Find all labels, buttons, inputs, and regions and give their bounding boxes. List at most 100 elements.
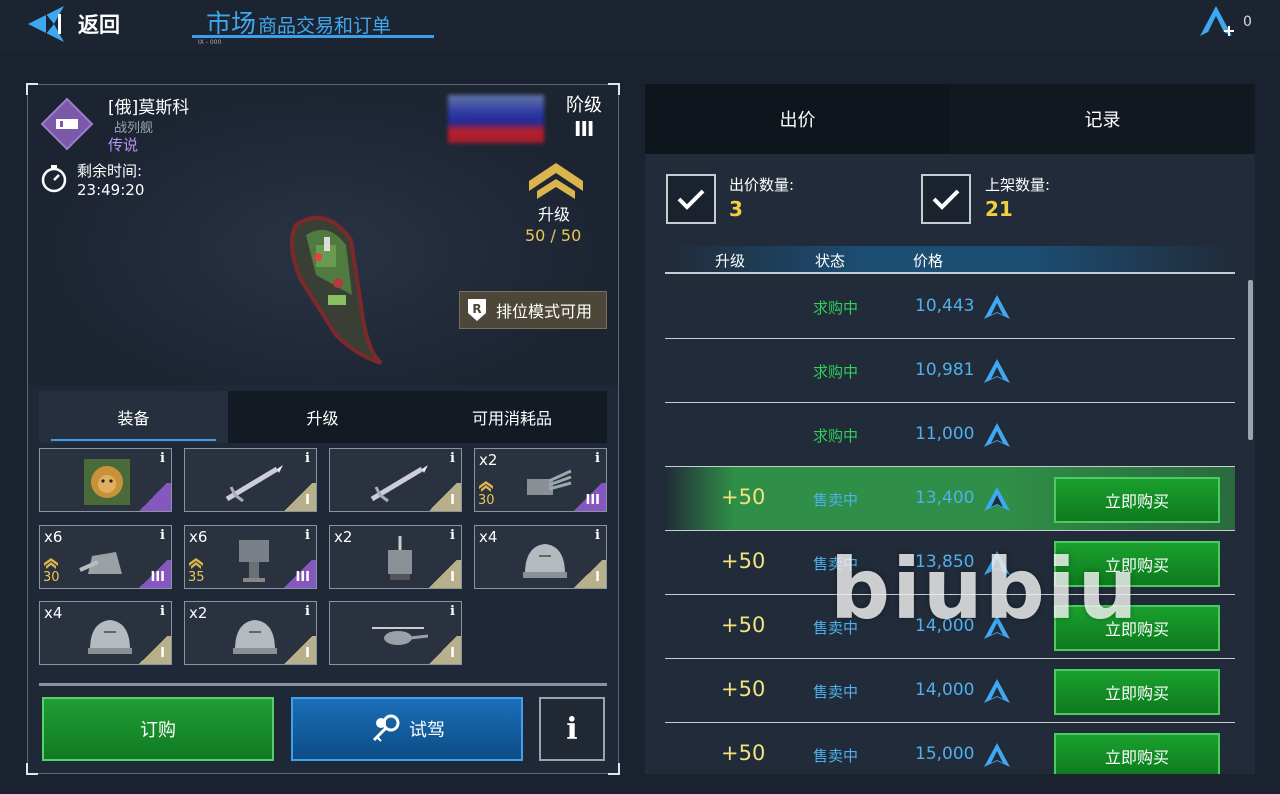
dome-turret-icon — [88, 620, 132, 654]
upgrade-label: 升级 — [538, 205, 571, 224]
missile-icon — [370, 465, 428, 503]
upgrade-chevron-icon — [189, 558, 203, 569]
equipment-level: 30 — [478, 493, 495, 508]
equipment-info-icon[interactable]: i — [450, 528, 455, 543]
tier-label: 阶级 — [566, 95, 602, 116]
row-status: 求购中 — [813, 299, 859, 317]
equipment-slot[interactable]: x4 i I — [39, 601, 172, 665]
tab-upgrade[interactable]: 升级 — [228, 391, 417, 443]
equipment-level: 30 — [43, 570, 60, 585]
tab-bid[interactable]: 出价 — [645, 84, 950, 154]
tab-equipment[interactable]: 装备 — [39, 391, 228, 443]
row-status: 售卖中 — [813, 747, 859, 765]
equipment-slot[interactable]: x6 i 30 III — [39, 525, 172, 589]
equipment-tier: I — [280, 483, 316, 511]
equipment-count: x4 — [44, 604, 63, 622]
ranked-mode-badge: R 排位模式可用 — [459, 291, 607, 329]
equipment-tier: III — [570, 483, 606, 511]
ciws-icon — [239, 540, 269, 582]
ranked-shield-icon: R — [468, 299, 486, 321]
missile-icon — [225, 465, 283, 503]
panel-corner — [26, 763, 38, 775]
equipment-level: 35 — [188, 570, 205, 585]
info-button[interactable]: i — [539, 697, 605, 761]
col-status: 状态 — [815, 252, 846, 270]
equipment-info-icon[interactable]: i — [595, 451, 600, 466]
market-scrollbar[interactable] — [1248, 280, 1253, 440]
currency-icon — [984, 295, 1010, 319]
market-row: +50 售卖中 14,000 立即购买 — [665, 659, 1235, 723]
gun-turret-icon — [79, 552, 122, 574]
equipment-tier: III — [280, 560, 316, 588]
listing-count-value: 21 — [985, 197, 1013, 221]
equipment-slot[interactable]: iI — [329, 601, 462, 665]
bid-count-value: 3 — [729, 197, 743, 221]
equipment-slot[interactable]: x2 i I — [329, 525, 462, 589]
row-status: 求购中 — [813, 363, 859, 381]
bid-count-checkbox[interactable] — [666, 174, 716, 224]
currency-icon — [984, 423, 1010, 447]
listing-count-checkbox[interactable] — [921, 174, 971, 224]
order-button[interactable]: 订购 — [42, 697, 274, 761]
equipment-info-icon[interactable]: i — [160, 528, 165, 543]
equipment-slot[interactable]: i — [39, 448, 172, 512]
test-drive-button[interactable]: 试驾 — [291, 697, 523, 761]
lion-emblem-icon — [84, 459, 130, 505]
currency-icon — [984, 679, 1010, 703]
equipment-slot[interactable]: x4 i I — [474, 525, 607, 589]
bid-count-label: 出价数量: — [729, 176, 795, 194]
row-upgrade: +50 — [721, 485, 766, 509]
equipment-slot[interactable]: x6 i 35 III — [184, 525, 317, 589]
equipment-slot[interactable]: iI — [329, 448, 462, 512]
equipment-tier: III — [135, 560, 171, 588]
equipment-count: x2 — [189, 604, 208, 622]
back-arrow-icon[interactable] — [24, 4, 68, 44]
tab-record[interactable]: 记录 — [950, 84, 1255, 154]
page-title: 市场 商品交易和订单 — [192, 4, 434, 38]
market-row: 求购中 11,000 — [665, 403, 1235, 467]
currency-icon — [984, 743, 1010, 767]
equipment-count: x4 — [479, 528, 498, 546]
equipment-count: x2 — [479, 451, 498, 469]
equipment-info-icon[interactable]: i — [450, 604, 455, 619]
equipment-count: x2 — [334, 528, 353, 546]
panel-corner — [608, 763, 620, 775]
ship-preview: [俄]莫斯科 战列舰 传说 剩余时间: 23:49:20 阶级 III 升级 5… — [28, 85, 618, 385]
row-upgrade: +50 — [721, 549, 766, 573]
equipment-slot[interactable]: x2 i 30 III — [474, 448, 607, 512]
back-button[interactable]: 返回 — [78, 9, 120, 39]
equipment-tier: I — [280, 636, 316, 664]
equipment-info-icon[interactable]: i — [305, 451, 310, 466]
equipment-info-icon[interactable]: i — [160, 604, 165, 619]
ranked-mode-label: 排位模式可用 — [496, 302, 593, 321]
row-upgrade: +50 — [721, 677, 766, 701]
listing-count-label: 上架数量: — [985, 176, 1051, 194]
market-row: +50 售卖中 13,400 立即购买 — [665, 467, 1235, 531]
buy-now-button[interactable]: 立即购买 — [1054, 477, 1220, 523]
equipment-info-icon[interactable]: i — [595, 528, 600, 543]
row-price: 10,981 — [915, 360, 975, 380]
title-caption: IX - 000 — [198, 39, 222, 46]
equipment-info-icon[interactable]: i — [450, 451, 455, 466]
equipment-tier: I — [425, 636, 461, 664]
equipment-tier: I — [135, 636, 171, 664]
equipment-info-icon[interactable]: i — [160, 451, 165, 466]
ship-detail-panel: [俄]莫斯科 战列舰 传说 剩余时间: 23:49:20 阶级 III 升级 5… — [26, 83, 620, 775]
currency-add-icon[interactable] — [1196, 4, 1236, 40]
equipment-slot[interactable]: iI — [184, 448, 317, 512]
keys-icon — [372, 714, 400, 742]
upgrade-value: 50 / 50 — [525, 226, 582, 245]
test-drive-label: 试驾 — [409, 720, 445, 741]
equipment-tier: I — [425, 560, 461, 588]
equipment-count: x6 — [189, 528, 208, 546]
buy-now-button[interactable]: 立即购买 — [1054, 733, 1220, 774]
buy-now-button[interactable]: 立即购买 — [1054, 669, 1220, 715]
checkmark-icon — [932, 189, 960, 210]
stopwatch-icon — [41, 165, 67, 193]
tab-consumables[interactable]: 可用消耗品 — [417, 391, 607, 443]
equipment-info-icon[interactable]: i — [305, 604, 310, 619]
row-status: 售卖中 — [813, 683, 859, 701]
svg-text:R: R — [472, 302, 481, 316]
equipment-slot[interactable]: x2 i I — [184, 601, 317, 665]
equipment-info-icon[interactable]: i — [305, 528, 310, 543]
